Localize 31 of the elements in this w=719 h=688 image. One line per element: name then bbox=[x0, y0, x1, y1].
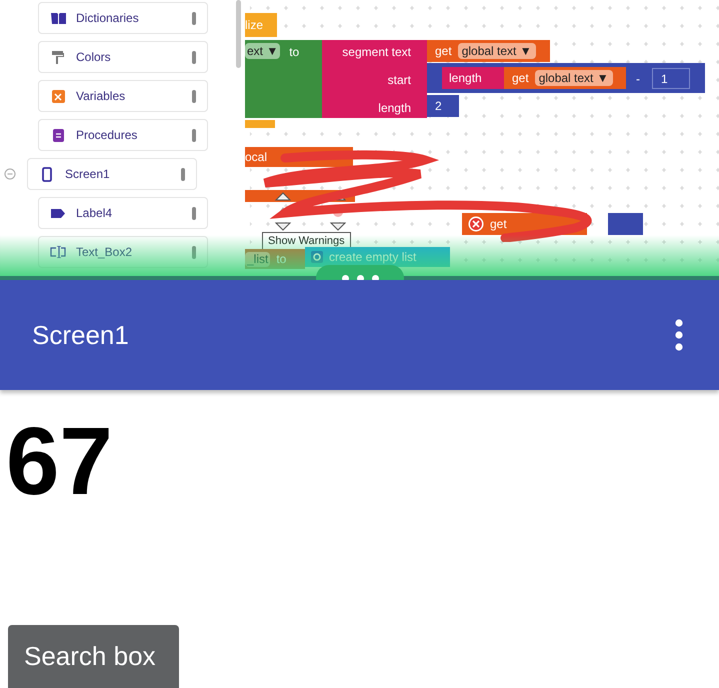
palette-item[interactable]: Colors bbox=[38, 41, 208, 73]
number-block[interactable]: 2 bbox=[427, 95, 459, 117]
palette-item-label: Colors bbox=[76, 49, 112, 66]
palette-item[interactable]: Procedures bbox=[38, 119, 208, 151]
palette-item[interactable]: Label4 bbox=[38, 197, 208, 229]
block-label: segment text bbox=[342, 44, 411, 61]
code-block[interactable]: length bbox=[442, 67, 504, 89]
number-block[interactable]: 1 bbox=[652, 68, 690, 89]
code-block[interactable]: segment text start length bbox=[322, 40, 427, 118]
palette-item[interactable]: Text_Box2 bbox=[38, 236, 208, 268]
code-block[interactable]: get global text ▼ bbox=[504, 67, 626, 89]
palette-item-label: Dictionaries bbox=[76, 10, 140, 27]
app-title: Screen1 bbox=[32, 318, 129, 352]
block-label: length bbox=[378, 100, 411, 117]
palette-item[interactable]: Screen1 bbox=[27, 158, 197, 190]
palette-item-label: Text_Box2 bbox=[76, 244, 134, 261]
variable-dropdown[interactable]: ext ▼ bbox=[245, 43, 280, 59]
variable-dropdown[interactable]: global text ▼ bbox=[534, 70, 613, 86]
code-block[interactable]: get global text ▼ bbox=[427, 40, 550, 62]
minus-sign: - bbox=[636, 71, 640, 88]
search-button[interactable]: Search box bbox=[8, 625, 179, 688]
palette-item-label: Variables bbox=[76, 88, 126, 105]
number-label: 67 bbox=[6, 414, 114, 510]
palette-item-label: Procedures bbox=[76, 127, 138, 144]
palette-item[interactable]: Variables bbox=[38, 80, 208, 112]
block-label: start bbox=[388, 72, 411, 89]
code-block[interactable]: ext ▼ to bbox=[245, 40, 322, 118]
palette-item-label: Screen1 bbox=[65, 166, 111, 183]
palette-item[interactable]: Dictionaries bbox=[38, 2, 208, 34]
variable-dropdown[interactable]: global text ▼ bbox=[458, 43, 536, 59]
palette-item-label: Label4 bbox=[76, 205, 114, 222]
